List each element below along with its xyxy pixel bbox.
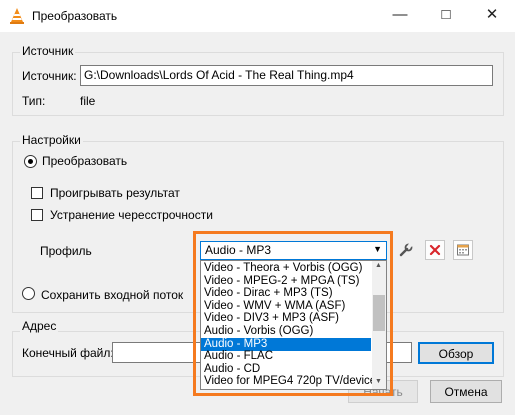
destination-file-label: Конечный файл: [22,346,114,360]
maximize-button[interactable]: □ [423,0,469,32]
browse-button[interactable]: Обзор [418,342,494,364]
delete-profile-button[interactable] [425,240,445,260]
minimize-button[interactable]: — [377,0,423,32]
source-path-field[interactable]: G:\Downloads\Lords Of Acid - The Real Th… [80,65,493,86]
delete-x-icon [429,244,441,256]
deinterlace-label: Устранение чересстрочности [50,208,213,222]
save-raw-stream-radio[interactable] [22,287,35,300]
cancel-button[interactable]: Отмена [430,380,502,403]
window-title: Преобразовать [32,9,118,23]
type-label: Тип: [22,94,46,108]
vlc-cone-icon [10,8,24,24]
type-value: file [80,94,96,108]
highlight-frame [193,231,393,396]
profile-label: Профиль [40,244,92,258]
title-bar: Преобразовать — □ ✕ [0,0,515,32]
address-group-title: Адрес [20,319,59,333]
source-label: Источник: [22,69,77,83]
deinterlace-checkbox[interactable] [31,209,43,221]
save-raw-stream-label: Сохранить входной поток [41,288,184,302]
play-result-label: Проигрывать результат [50,186,180,200]
new-profile-icon [457,244,469,256]
convert-label: Преобразовать [42,154,128,168]
new-profile-button[interactable] [453,240,473,260]
wrench-icon [399,243,413,257]
edit-profile-button[interactable] [396,240,416,260]
convert-radio[interactable] [24,155,37,168]
source-group-title: Источник [20,44,76,58]
close-button[interactable]: ✕ [469,0,515,32]
settings-group-title: Настройки [20,133,83,147]
play-result-checkbox[interactable] [31,187,43,199]
